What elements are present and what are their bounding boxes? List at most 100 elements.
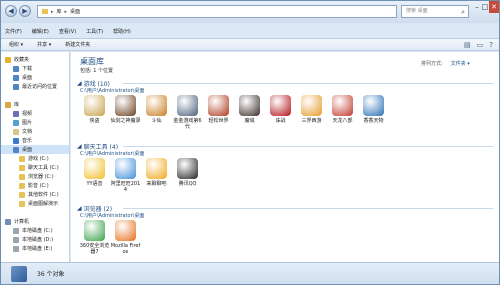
collapse-icon[interactable]: ◢ bbox=[77, 80, 82, 87]
sidebar-item-icon bbox=[13, 146, 19, 153]
menu-edit[interactable]: 编辑(E) bbox=[32, 28, 49, 35]
breadcrumb-separator: ▸ bbox=[64, 8, 68, 15]
shortcut-label: 侠盗 bbox=[89, 118, 100, 124]
sidebar-item[interactable]: 本地磁盘 (E:) bbox=[1, 244, 69, 253]
shortcut-label: 腾讯QQ bbox=[178, 181, 197, 187]
shortcut-item[interactable]: 轻松世界 bbox=[203, 95, 234, 130]
library-subtitle[interactable]: 包括: 1 个位置 bbox=[80, 67, 113, 74]
shortcut-item[interactable]: 金金游戏第6代 bbox=[172, 95, 203, 130]
search-icon: ⌕ bbox=[461, 8, 465, 16]
sidebar-item[interactable]: 影音 (C:) bbox=[1, 181, 69, 190]
shortcut-item[interactable]: YY语音 bbox=[79, 158, 110, 193]
preview-pane-icon[interactable]: ▭ bbox=[477, 41, 484, 49]
group-path[interactable]: C:\用户\Administrator\桌面 bbox=[80, 87, 144, 94]
collapse-icon[interactable]: ◢ bbox=[77, 143, 82, 150]
sidebar-item-icon bbox=[19, 191, 25, 198]
menu-tools[interactable]: 工具(T) bbox=[86, 28, 103, 35]
app-icon bbox=[301, 95, 322, 116]
forward-button[interactable]: ▶ bbox=[19, 5, 31, 17]
title-bar: ◀ ▶ ▸ 库 ▸ 桌面 搜索 桌面 ⌕ – □ ✕ bbox=[1, 1, 499, 23]
sidebar-item[interactable]: 聊天工具 (C:) bbox=[1, 163, 69, 172]
sidebar-item-label: 本地磁盘 (D:) bbox=[22, 237, 54, 243]
view-options-icon[interactable]: ▤ bbox=[464, 41, 471, 49]
app-icon bbox=[146, 95, 167, 116]
close-icon[interactable]: ✕ bbox=[489, 1, 499, 13]
collapse-icon[interactable]: ◢ bbox=[77, 205, 82, 212]
sidebar-item[interactable]: 文档 bbox=[1, 127, 69, 136]
sidebar-item[interactable]: 本地磁盘 (D:) bbox=[1, 235, 69, 244]
content-pane: 桌面库 包括: 1 个位置 排列方式: 文件夹 ▾ ◢ 游戏 (10) C:\用户\… bbox=[71, 52, 499, 262]
shortcut-item[interactable]: 侠盗 bbox=[79, 95, 110, 130]
sidebar-item-icon bbox=[13, 128, 19, 135]
organize-button[interactable]: 组织 ▾ bbox=[9, 41, 23, 48]
shortcut-item[interactable]: 阿里旺旺2014 bbox=[110, 158, 141, 193]
icon-row: 360安全浏览器7 Mozilla Firefox bbox=[79, 220, 141, 255]
breadcrumb-desktop[interactable]: 桌面 bbox=[70, 8, 80, 15]
shortcut-label: 斗仙 bbox=[151, 118, 162, 124]
sidebar-item-label: 视频 bbox=[22, 111, 33, 117]
sidebar-item[interactable]: 其他软件 (C:) bbox=[1, 190, 69, 199]
maximize-icon[interactable]: □ bbox=[481, 1, 489, 13]
shortcut-label: 阿里旺旺2014 bbox=[110, 181, 141, 193]
shortcut-item[interactable]: 来聊聊吧 bbox=[141, 158, 172, 193]
shortcut-item[interactable]: 天龙八部 bbox=[327, 95, 358, 130]
app-icon bbox=[84, 158, 105, 179]
sidebar-item[interactable]: 视频 bbox=[1, 109, 69, 118]
shortcut-label: 来聊聊吧 bbox=[146, 181, 167, 187]
sidebar-item-icon bbox=[13, 227, 19, 234]
shortcut-item[interactable]: 腾讯QQ bbox=[172, 158, 203, 193]
address-bar[interactable]: ▸ 库 ▸ 桌面 bbox=[37, 5, 397, 18]
sidebar-item[interactable]: 图片 bbox=[1, 118, 69, 127]
sidebar-item[interactable]: 桌面图解演示 bbox=[1, 199, 69, 208]
search-input[interactable]: 搜索 桌面 ⌕ bbox=[401, 5, 469, 18]
folder-icon bbox=[42, 9, 48, 14]
sidebar-item[interactable]: 桌面 bbox=[1, 145, 69, 154]
shortcut-item[interactable]: 诛战 bbox=[265, 95, 296, 130]
arrange-dropdown[interactable]: 文件夹 ▾ bbox=[451, 60, 470, 67]
sidebar-item[interactable]: 计算机 bbox=[1, 217, 69, 226]
sidebar-item-label: 音乐 bbox=[22, 138, 33, 144]
shortcut-item[interactable]: 香香天物 bbox=[358, 95, 389, 130]
sidebar-item-label: 计算机 bbox=[14, 219, 30, 225]
sidebar-item-icon bbox=[13, 119, 19, 126]
sidebar-item[interactable]: 桌面 bbox=[1, 73, 69, 82]
shortcut-item[interactable]: 三界西游 bbox=[296, 95, 327, 130]
sidebar-item[interactable]: 库 bbox=[1, 100, 69, 109]
group-path[interactable]: C:\用户\Administrator\桌面 bbox=[80, 212, 144, 219]
sidebar-item-label: 图片 bbox=[22, 120, 33, 126]
minimize-icon[interactable]: – bbox=[473, 1, 481, 13]
menu-view[interactable]: 查看(V) bbox=[59, 28, 76, 35]
shortcut-label: 香香天物 bbox=[363, 118, 384, 124]
sidebar-item[interactable]: 下载 bbox=[1, 64, 69, 73]
sidebar-item-label: 本地磁盘 (E:) bbox=[22, 246, 53, 252]
shortcut-item[interactable]: 仙剑之神魔录 bbox=[110, 95, 141, 130]
menu-file[interactable]: 文件(F) bbox=[5, 28, 22, 35]
shortcut-item[interactable]: 斗仙 bbox=[141, 95, 172, 130]
back-button[interactable]: ◀ bbox=[5, 5, 17, 17]
breadcrumb-library[interactable]: 库 bbox=[57, 8, 62, 15]
sidebar-item[interactable]: 收藏夹 bbox=[1, 55, 69, 64]
shortcut-item[interactable]: 360安全浏览器7 bbox=[79, 220, 110, 255]
sidebar-item[interactable]: 音乐 bbox=[1, 136, 69, 145]
sidebar-item[interactable]: 浏览器 (C:) bbox=[1, 172, 69, 181]
help-icon[interactable]: ? bbox=[489, 41, 493, 49]
group-path[interactable]: C:\用户\Administrator\桌面 bbox=[80, 150, 144, 157]
shortcut-item[interactable]: 魔域 bbox=[234, 95, 265, 130]
shortcut-label: 天龙八部 bbox=[332, 118, 353, 124]
group-divider bbox=[123, 146, 493, 147]
sidebar-item-icon bbox=[19, 155, 25, 162]
sidebar-item-icon bbox=[19, 182, 25, 189]
shortcut-label: 轻松世界 bbox=[208, 118, 229, 124]
share-button[interactable]: 共享 ▾ bbox=[37, 41, 51, 48]
sidebar-item[interactable]: 本地磁盘 (C:) bbox=[1, 226, 69, 235]
new-folder-button[interactable]: 新建文件夹 bbox=[65, 41, 90, 48]
sidebar-item[interactable]: 最近访问的位置 bbox=[1, 82, 69, 91]
sidebar-item-label: 文档 bbox=[22, 129, 33, 135]
breadcrumb-separator: ▸ bbox=[51, 8, 54, 15]
sidebar-item[interactable]: 游戏 (C:) bbox=[1, 154, 69, 163]
menu-help[interactable]: 帮助(H) bbox=[113, 28, 131, 35]
sidebar-item-label: 其他软件 (C:) bbox=[28, 192, 59, 198]
shortcut-item[interactable]: Mozilla Firefox bbox=[110, 220, 141, 255]
shortcut-label: 仙剑之神魔录 bbox=[110, 118, 141, 124]
